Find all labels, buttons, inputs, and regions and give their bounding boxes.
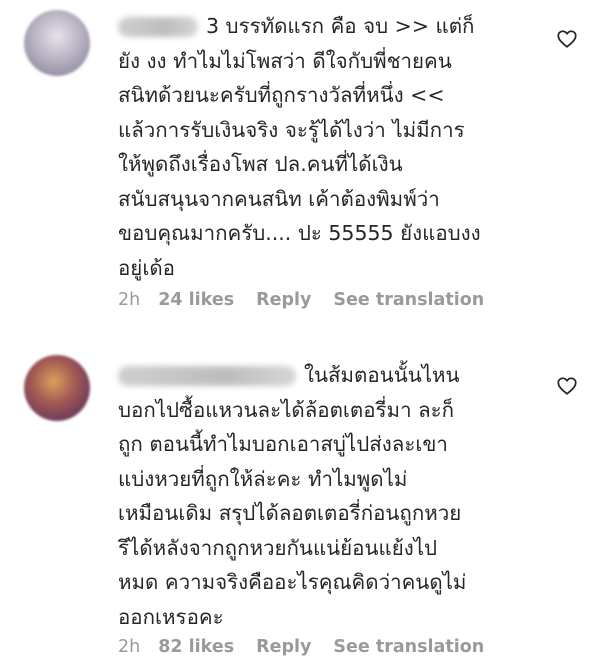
username-blurred[interactable]: [118, 17, 198, 37]
comment-time: 2h: [118, 290, 141, 310]
comment-time: 2h: [118, 637, 141, 657]
reply-button[interactable]: Reply: [256, 290, 311, 310]
see-translation-button[interactable]: See translation: [333, 290, 484, 310]
comment-text: ในส้มตอนนั้นไหน บอกไปซื้อแหวนละได้ล้อตเต…: [118, 363, 467, 629]
comment-text: 3 บรรทัดแรก คือ จบ >> แต่ก็ ยัง งง ทำไมไ…: [118, 14, 481, 280]
likes-count[interactable]: 24 likes: [158, 290, 234, 310]
see-translation-button[interactable]: See translation: [333, 637, 484, 657]
user-avatar-icon[interactable]: [24, 10, 90, 76]
heart-icon[interactable]: [556, 375, 578, 397]
reply-button[interactable]: Reply: [256, 637, 311, 657]
heart-icon[interactable]: [556, 28, 578, 50]
user-avatar-icon[interactable]: [24, 355, 90, 421]
username-blurred[interactable]: [118, 366, 296, 386]
comment-item: ในส้มตอนนั้นไหน บอกไปซื้อแหวนละได้ล้อตเต…: [0, 345, 600, 668]
likes-count[interactable]: 82 likes: [158, 637, 234, 657]
comment-item: 3 บรรทัดแรก คือ จบ >> แต่ก็ ยัง งง ทำไมไ…: [0, 0, 600, 330]
comment-meta: 2h 82 likes Reply See translation: [118, 637, 484, 657]
comment-meta: 2h 24 likes Reply See translation: [118, 290, 484, 310]
